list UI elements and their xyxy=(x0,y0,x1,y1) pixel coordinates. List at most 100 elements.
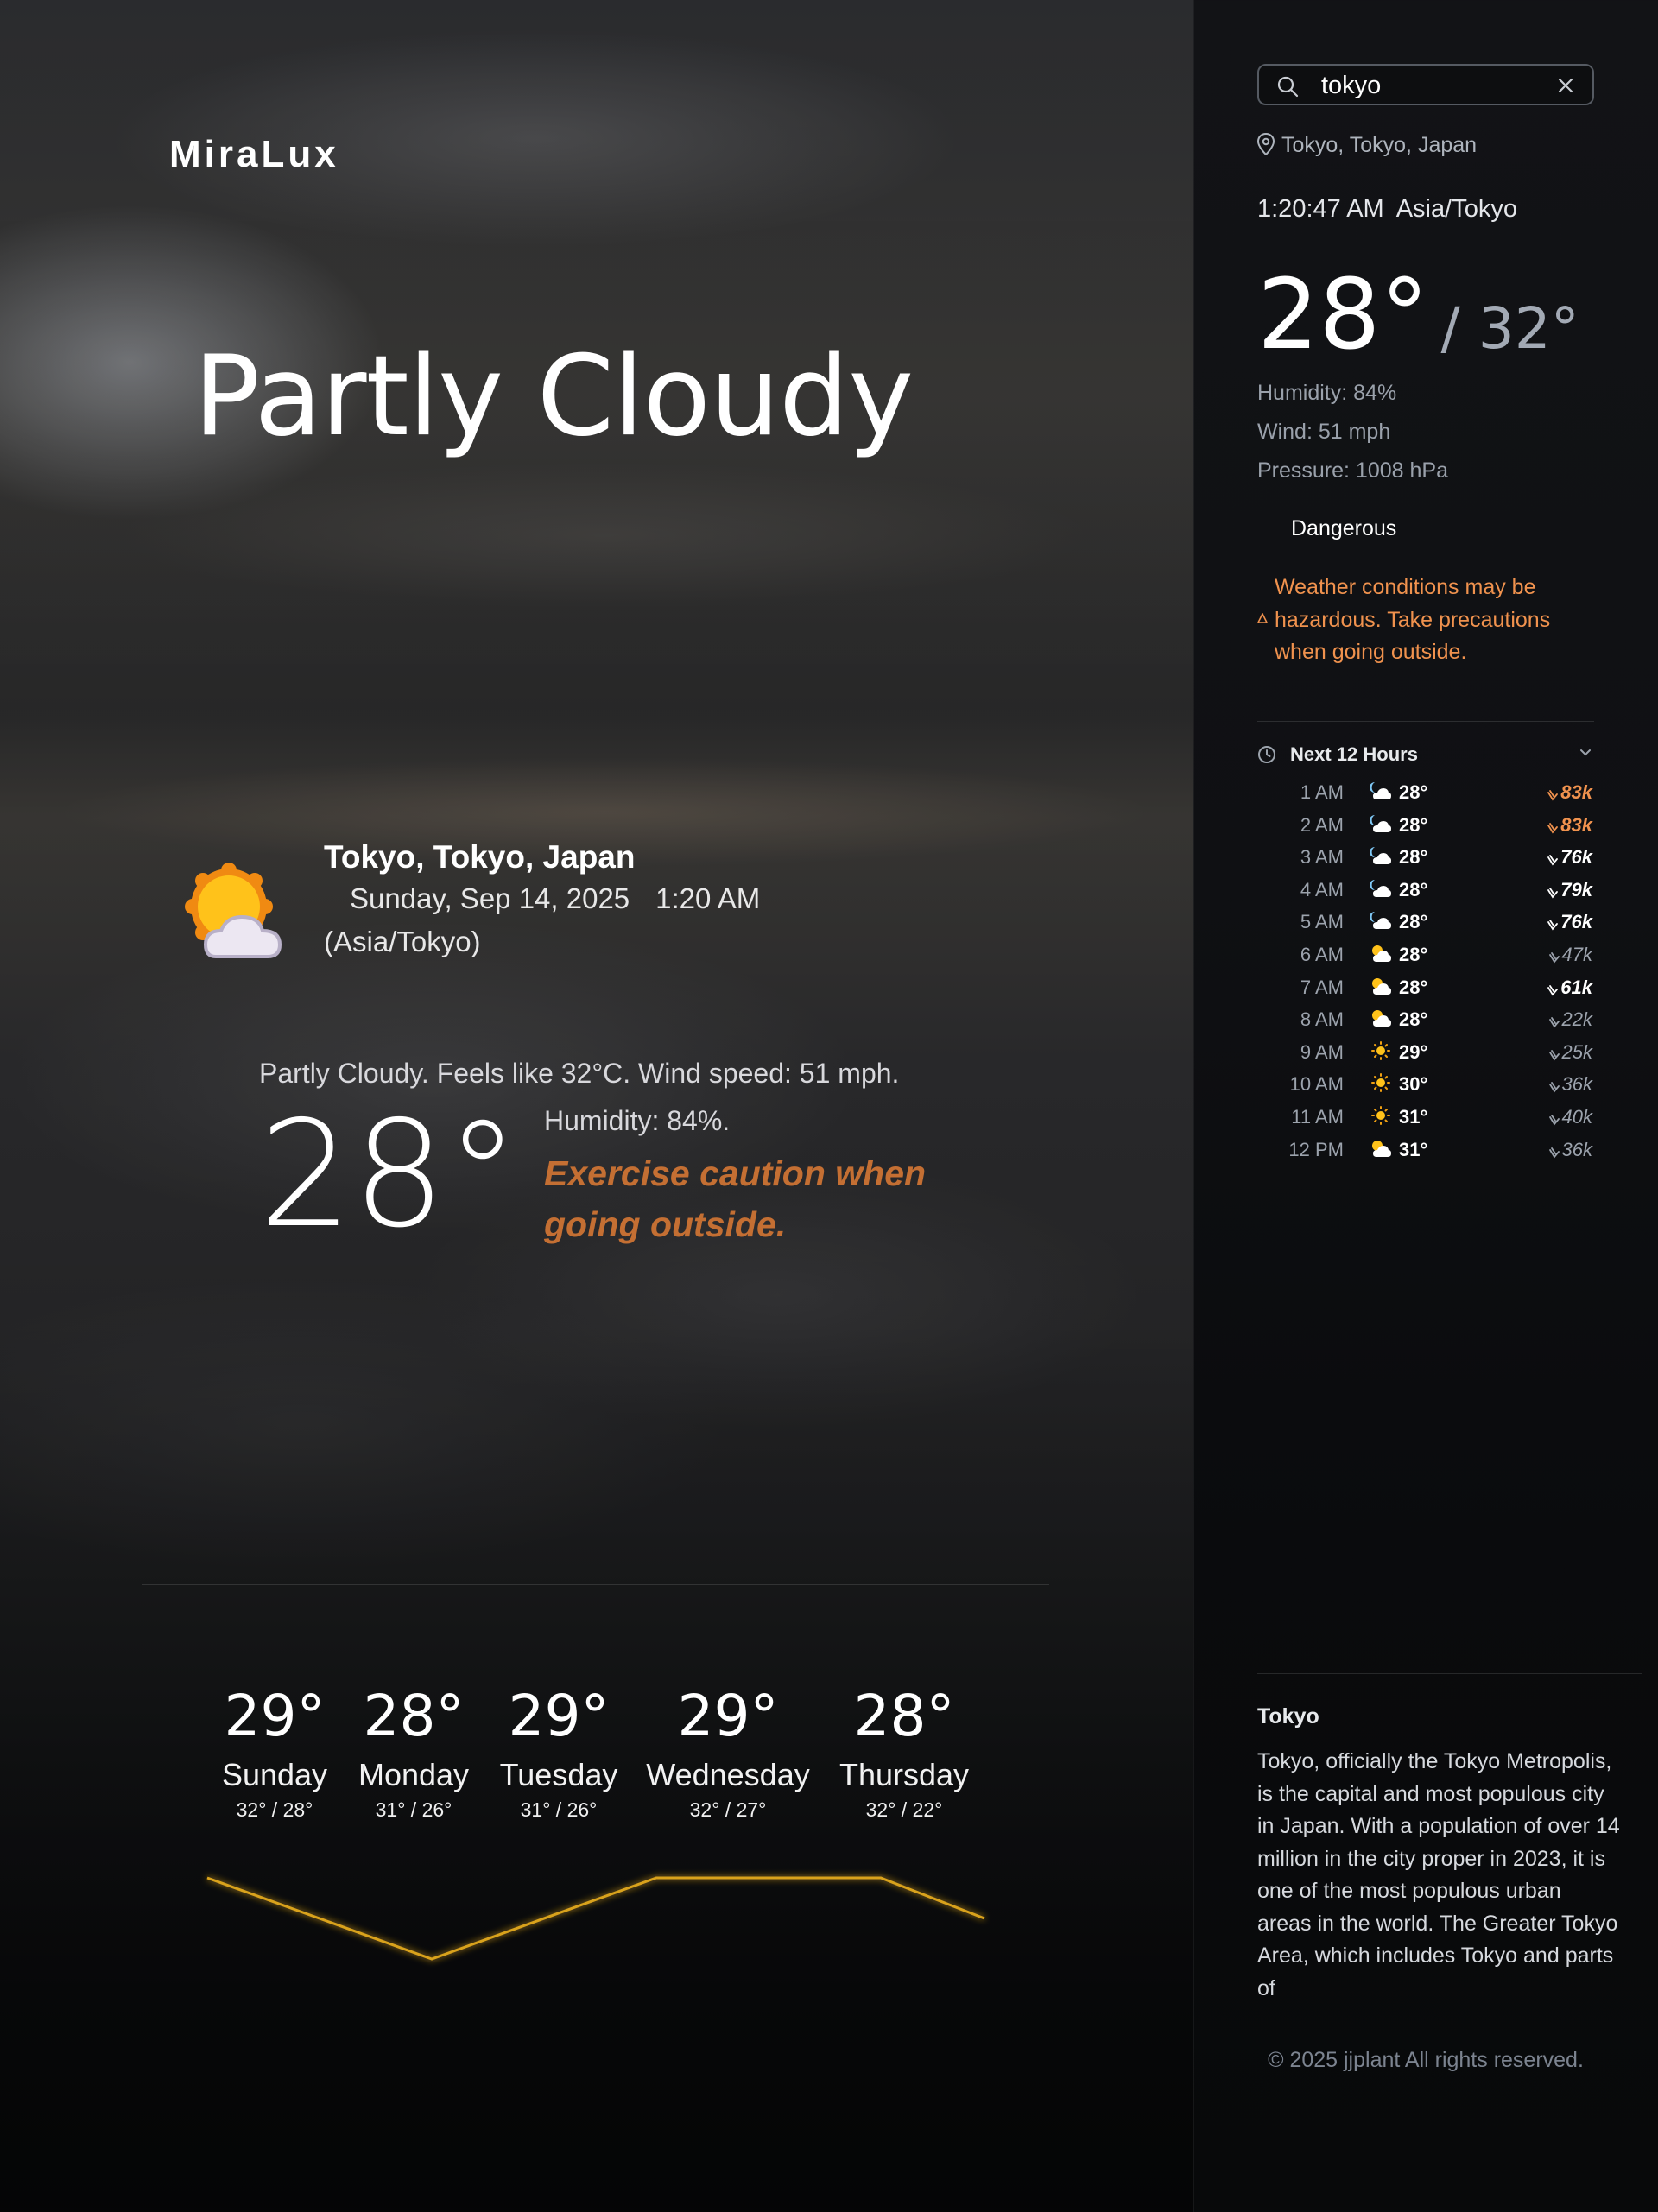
forecast-range: 32° / 27° xyxy=(689,1798,767,1821)
forecast-day: 28° Monday 31° / 26° xyxy=(358,1688,469,1822)
location-time: 1:20 AM xyxy=(655,882,761,914)
hour-wind-value: 76k xyxy=(1560,846,1592,869)
wind-icon xyxy=(1548,952,1560,964)
wind-icon xyxy=(1548,1017,1560,1028)
current-humidity: Humidity: 84%. xyxy=(544,1105,731,1136)
hour-temp: 29° xyxy=(1399,1040,1428,1063)
hour-wind-value: 25k xyxy=(1561,1040,1592,1063)
about-city-text: Tokyo, officially the Tokyo Metropolis, … xyxy=(1257,1749,1620,2000)
chevron-down-icon[interactable] xyxy=(1579,748,1592,758)
hour-row: 6 AM 28° 47k xyxy=(1257,941,1594,969)
sidebar-location: Tokyo, Tokyo, Japan xyxy=(1256,132,1477,158)
forecast-range: 31° / 26° xyxy=(520,1798,598,1821)
search-input[interactable] xyxy=(1321,71,1546,100)
hour-wind-value: 36k xyxy=(1561,1073,1592,1096)
partly-cloudy-night-icon xyxy=(1370,847,1391,865)
hour-row: 5 AM 28° 76k xyxy=(1257,908,1594,936)
hour-wind: 83k xyxy=(1547,814,1592,837)
partly-cloudy-day-icon xyxy=(1372,1140,1391,1157)
sidebar-feels-like: / 32° xyxy=(1440,295,1579,362)
hour-time: 1 AM xyxy=(1300,781,1344,803)
warning-box: Weather conditions may be hazardous. Tak… xyxy=(1257,572,1603,669)
hour-time: 3 AM xyxy=(1300,846,1344,869)
forecast-day-name: Wednesday xyxy=(646,1757,810,1792)
sun-icon xyxy=(1371,1040,1390,1060)
weather-summary: Partly Cloudy. Feels like 32°C. Wind spe… xyxy=(259,1058,900,1089)
forecast-day: 28° Thursday 32° / 22° xyxy=(839,1688,969,1822)
brand-logo[interactable]: MiraLux xyxy=(169,133,339,176)
hour-wind-value: 83k xyxy=(1560,813,1592,836)
partly-cloudy-night-icon xyxy=(1370,782,1391,799)
hour-wind: 36k xyxy=(1548,1139,1592,1161)
wind-icon xyxy=(1547,790,1559,801)
location-timezone: (Asia/Tokyo) xyxy=(324,926,481,957)
sidebar-time: 1:20:47 AM Asia/Tokyo xyxy=(1257,195,1517,224)
wind-icon xyxy=(1547,822,1559,834)
hour-row: 12 PM 31° 36k xyxy=(1257,1136,1594,1164)
hourly-forecast-title: Next 12 Hours xyxy=(1290,743,1418,765)
search-box[interactable] xyxy=(1257,64,1594,105)
forecast-temp: 29° xyxy=(224,1683,326,1749)
danger-label: Dangerous xyxy=(1291,516,1397,540)
hour-wind: 61k xyxy=(1547,976,1592,999)
hour-row: 3 AM 28° 76k xyxy=(1257,844,1594,871)
hour-time: 6 AM xyxy=(1300,944,1344,965)
forecast-day-name: Sunday xyxy=(221,1757,328,1792)
hour-wind-value: 83k xyxy=(1560,781,1592,803)
location-name: Tokyo, Tokyo, Japan xyxy=(324,839,636,875)
wind-icon xyxy=(1547,887,1559,899)
forecast-range: 32° / 28° xyxy=(236,1798,313,1821)
condition-title: Partly Cloudy xyxy=(193,332,914,461)
clear-search-icon[interactable] xyxy=(1558,78,1573,93)
forecast-temp: 29° xyxy=(677,1683,779,1749)
hour-wind: 76k xyxy=(1547,911,1592,933)
partly-cloudy-day-icon xyxy=(1372,977,1391,995)
forecast-day-name: Tuesday xyxy=(499,1757,618,1792)
location-block: Tokyo, Tokyo, Japan Sunday, Sep 14, 2025… xyxy=(324,839,760,958)
trend-polyline xyxy=(206,1876,985,1961)
hour-temp: 28° xyxy=(1399,1008,1428,1031)
hour-row: 11 AM 31° 40k xyxy=(1257,1103,1594,1131)
wind-icon xyxy=(1547,920,1559,931)
section-divider xyxy=(142,1584,1049,1585)
sidebar-divider xyxy=(1257,1673,1642,1674)
hour-wind: 36k xyxy=(1548,1073,1592,1096)
hour-temp: 28° xyxy=(1399,846,1428,869)
hour-wind: 47k xyxy=(1548,944,1592,966)
sidebar-wind: Wind: 51 mph xyxy=(1257,420,1391,444)
hour-row: 8 AM 28° 22k xyxy=(1257,1006,1594,1033)
forecast-day-name: Thursday xyxy=(838,1757,970,1792)
hour-temp: 28° xyxy=(1399,781,1428,803)
hour-time: 2 AM xyxy=(1300,813,1344,836)
hour-time: 11 AM xyxy=(1291,1106,1344,1128)
forecast-range: 31° / 26° xyxy=(375,1798,452,1821)
forecast-temp: 28° xyxy=(853,1683,955,1749)
hour-wind-value: 22k xyxy=(1561,1008,1592,1031)
forecast-day-name: Monday xyxy=(358,1757,470,1792)
hour-row: 7 AM 28° 61k xyxy=(1257,974,1594,1002)
partly-cloudy-day-icon xyxy=(185,863,282,958)
hourly-forecast-toggle[interactable]: Next 12 Hours xyxy=(1257,743,1594,768)
hour-wind-value: 47k xyxy=(1561,944,1592,965)
wind-icon xyxy=(1547,855,1559,866)
sidebar-divider xyxy=(1257,721,1594,722)
hour-temp: 31° xyxy=(1399,1138,1428,1160)
hour-wind: 40k xyxy=(1548,1106,1592,1128)
hour-temp: 30° xyxy=(1399,1073,1428,1096)
forecast-day: 29° Sunday 32° / 28° xyxy=(222,1688,327,1822)
hour-time: 10 AM xyxy=(1289,1073,1344,1096)
partly-cloudy-night-icon xyxy=(1370,814,1391,832)
forecast-day: 29° Tuesday 31° / 26° xyxy=(500,1688,618,1822)
hour-temp: 31° xyxy=(1399,1106,1428,1128)
sidebar-temperature: 28°/ 32° xyxy=(1257,259,1579,371)
hour-time: 4 AM xyxy=(1300,878,1344,901)
search-icon xyxy=(1277,76,1299,98)
forecast-range: 32° / 22° xyxy=(865,1798,943,1821)
sun-icon xyxy=(1371,1073,1390,1093)
hour-temp: 28° xyxy=(1399,976,1428,998)
hour-temp: 28° xyxy=(1399,944,1428,965)
sun-icon xyxy=(1371,1106,1390,1125)
wind-icon xyxy=(1548,1115,1560,1126)
hour-temp: 28° xyxy=(1399,911,1428,933)
hour-wind-value: 61k xyxy=(1560,976,1592,998)
